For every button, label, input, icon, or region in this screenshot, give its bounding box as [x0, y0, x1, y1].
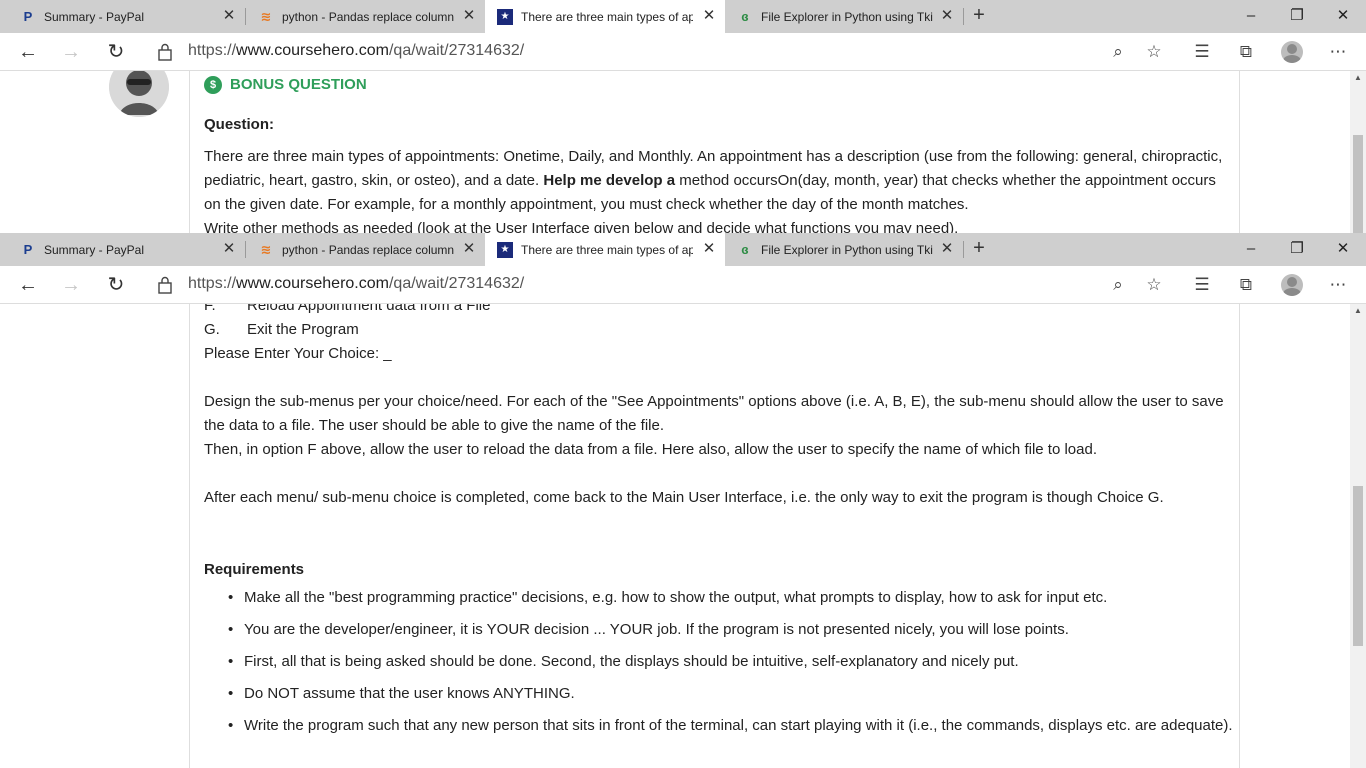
user-avatar	[109, 71, 169, 117]
list-item: Do NOT assume that the user knows ANYTHI…	[228, 682, 1234, 706]
scroll-thumb[interactable]	[1353, 135, 1363, 233]
coursehero-icon: ★	[497, 8, 513, 25]
forward-arrow-icon[interactable]: →	[59, 40, 83, 64]
menu-option-g: G. Exit the Program	[204, 321, 359, 338]
address-toolbar: ← → ↻ https://www.coursehero.com/qa/wait…	[0, 33, 1366, 71]
close-icon[interactable]: ✕	[221, 8, 237, 24]
close-window-button[interactable]: ✕	[1330, 4, 1356, 28]
tab-title: python - Pandas replace column	[282, 9, 454, 24]
tab-geeksforgeeks[interactable]: ɞ File Explorer in Python using Tkin ✕	[725, 233, 963, 266]
scroll-up-arrow-icon[interactable]: ▲	[1350, 73, 1366, 85]
list-item: Write the program such that any new pers…	[228, 714, 1234, 738]
tab-title: There are three main types of ap	[521, 9, 693, 24]
restore-button[interactable]: ❐	[1284, 237, 1310, 261]
profile-avatar[interactable]	[1281, 41, 1303, 63]
close-icon[interactable]: ✕	[701, 241, 717, 257]
restore-button[interactable]: ❐	[1284, 4, 1310, 28]
bonus-question-label: $ BONUS QUESTION	[204, 73, 1234, 97]
design-paragraph-2: Then, in option F above, allow the user …	[204, 441, 1097, 458]
scrollbar[interactable]: ▲	[1350, 304, 1366, 768]
profile-avatar[interactable]	[1281, 274, 1303, 296]
back-arrow-icon[interactable]: ←	[16, 40, 40, 64]
tab-title: File Explorer in Python using Tkin	[761, 242, 933, 257]
url-field[interactable]: https://www.coursehero.com/qa/wait/27314…	[188, 275, 524, 293]
favorite-star-icon[interactable]: ☆	[1142, 40, 1166, 64]
more-menu-icon[interactable]: ⋯	[1326, 273, 1350, 297]
new-tab-button[interactable]: +	[967, 237, 991, 261]
refresh-icon[interactable]: ↻	[104, 40, 128, 64]
close-window-button[interactable]: ✕	[1330, 237, 1356, 261]
tab-stackoverflow[interactable]: ≋ python - Pandas replace column ✕	[246, 233, 485, 266]
scroll-thumb[interactable]	[1353, 486, 1363, 646]
minimize-button[interactable]: –	[1238, 237, 1264, 261]
new-tab-button[interactable]: +	[967, 4, 991, 28]
paypal-icon: P	[23, 9, 33, 24]
close-icon[interactable]: ✕	[701, 8, 717, 24]
stackoverflow-icon: ≋	[260, 241, 272, 257]
dollar-icon: $	[204, 76, 222, 94]
choice-prompt: Please Enter Your Choice: _	[204, 345, 392, 362]
forward-arrow-icon[interactable]: →	[59, 273, 83, 297]
zoom-icon[interactable]: ⌕	[1106, 273, 1130, 297]
tab-paypal[interactable]: P Summary - PayPal ✕	[0, 233, 245, 266]
question-content: $ BONUS QUESTION Question: There are thr…	[204, 73, 1234, 233]
question-paragraph-2: Write other methods as needed (look at t…	[204, 220, 959, 233]
requirements-list: Make all the "best programming practice"…	[228, 586, 1234, 738]
list-item: First, all that is being asked should be…	[228, 650, 1234, 674]
close-icon[interactable]: ✕	[221, 241, 237, 257]
stackoverflow-icon: ≋	[260, 8, 272, 24]
tab-geeksforgeeks[interactable]: ɞ File Explorer in Python using Tkin ✕	[725, 0, 963, 33]
tab-strip: P Summary - PayPal ✕ ≋ python - Pandas r…	[0, 0, 1366, 33]
paypal-icon: P	[23, 242, 33, 257]
geeksforgeeks-icon: ɞ	[741, 9, 749, 24]
lock-icon	[158, 276, 172, 294]
tab-coursehero[interactable]: ★ There are three main types of ap ✕	[485, 0, 725, 33]
lock-icon	[158, 43, 172, 61]
tab-title: python - Pandas replace column	[282, 242, 454, 257]
back-arrow-icon[interactable]: ←	[16, 273, 40, 297]
collections-icon[interactable]: ⧉	[1234, 40, 1258, 64]
more-menu-icon[interactable]: ⋯	[1326, 40, 1350, 64]
question-heading: Question:	[204, 116, 274, 133]
refresh-icon[interactable]: ↻	[104, 273, 128, 297]
address-toolbar: ← → ↻ https://www.coursehero.com/qa/wait…	[0, 266, 1366, 304]
browser-window-top: P Summary - PayPal ✕ ≋ python - Pandas r…	[0, 0, 1366, 233]
list-item: You are the developer/engineer, it is YO…	[228, 618, 1234, 642]
menu-option-f: F. Reload Appointment data from a File	[204, 304, 491, 314]
tab-title: File Explorer in Python using Tkin	[761, 9, 933, 24]
tab-stackoverflow[interactable]: ≋ python - Pandas replace column ✕	[246, 0, 485, 33]
geeksforgeeks-icon: ɞ	[741, 242, 749, 257]
question-content-continued: F. Reload Appointment data from a File G.…	[204, 304, 1234, 746]
requirements-heading: Requirements	[204, 561, 305, 578]
favorite-star-icon[interactable]: ☆	[1142, 273, 1166, 297]
page-viewport-top: $ BONUS QUESTION Question: There are thr…	[0, 71, 1350, 233]
favorites-list-icon[interactable]: ☰	[1190, 273, 1214, 297]
tab-strip: P Summary - PayPal ✕ ≋ python - Pandas r…	[0, 233, 1366, 266]
close-icon[interactable]: ✕	[939, 241, 955, 257]
collections-icon[interactable]: ⧉	[1234, 273, 1258, 297]
scroll-up-arrow-icon[interactable]: ▲	[1350, 306, 1366, 318]
question-paragraph: There are three main types of appointmen…	[204, 148, 1223, 213]
favorites-list-icon[interactable]: ☰	[1190, 40, 1214, 64]
close-icon[interactable]: ✕	[939, 8, 955, 24]
tab-coursehero[interactable]: ★ There are three main types of ap ✕	[485, 233, 725, 266]
page-viewport-bottom: F. Reload Appointment data from a File G.…	[0, 304, 1350, 768]
tab-title: Summary - PayPal	[44, 242, 145, 257]
design-paragraph: Design the sub-menus per your choice/nee…	[204, 393, 1224, 434]
scrollbar[interactable]: ▲	[1350, 71, 1366, 233]
list-item: Make all the "best programming practice"…	[228, 586, 1234, 610]
zoom-icon[interactable]: ⌕	[1106, 40, 1130, 64]
coursehero-icon: ★	[497, 241, 513, 258]
tab-paypal[interactable]: P Summary - PayPal ✕	[0, 0, 245, 33]
url-field[interactable]: https://www.coursehero.com/qa/wait/27314…	[188, 42, 524, 60]
after-paragraph: After each menu/ sub-menu choice is comp…	[204, 489, 1164, 506]
close-icon[interactable]: ✕	[461, 8, 477, 24]
tab-title: There are three main types of ap	[521, 242, 693, 257]
tab-title: Summary - PayPal	[44, 9, 145, 24]
close-icon[interactable]: ✕	[461, 241, 477, 257]
minimize-button[interactable]: –	[1238, 4, 1264, 28]
browser-window-bottom: P Summary - PayPal ✕ ≋ python - Pandas r…	[0, 233, 1366, 768]
